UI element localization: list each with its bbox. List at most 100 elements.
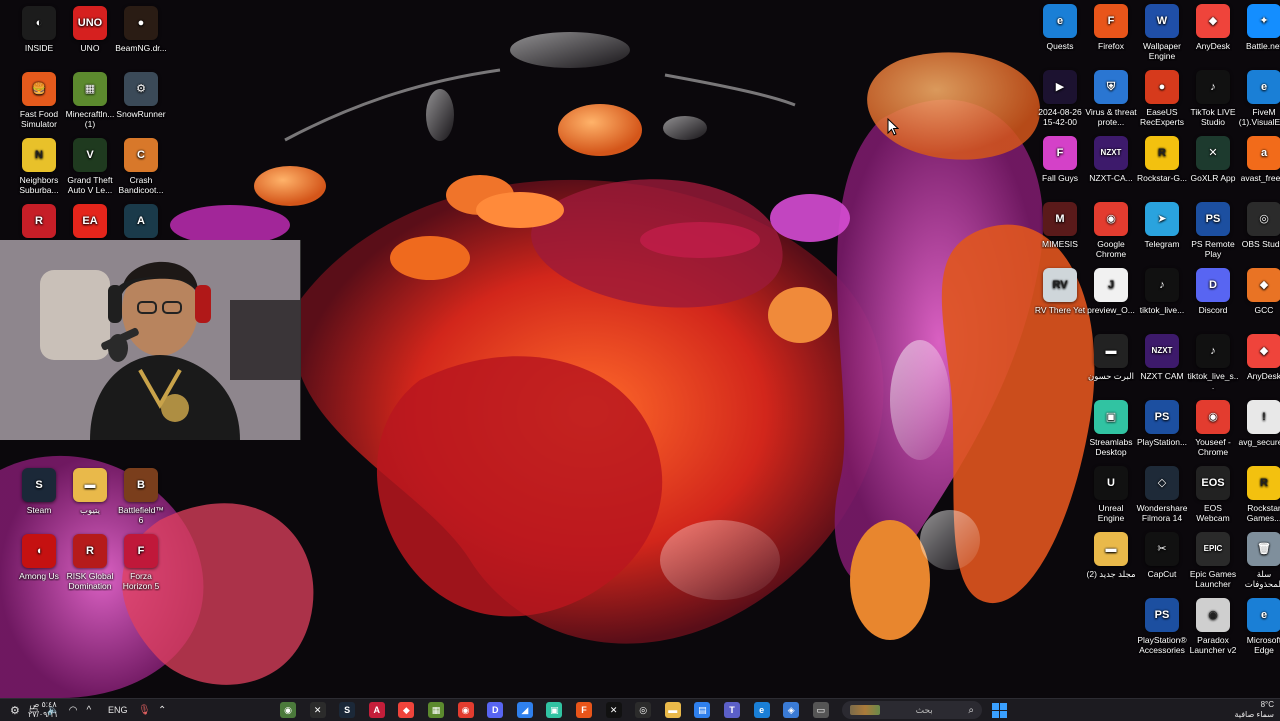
desktop-icon-google-chrome[interactable]: ◉ Google Chrome — [1085, 202, 1137, 259]
desktop-icon-epic-games-launcher[interactable]: EPIC Epic Games Launcher — [1187, 532, 1239, 589]
virus-threat-prote-app-icon: ⛨ — [1094, 70, 1128, 104]
desktop-icon-beamng-dr[interactable]: ● BeamNG.dr... — [115, 6, 167, 53]
desktop-icon-inside[interactable]: ◐ INSIDE — [13, 6, 65, 53]
desktop-icon-ps-remote-play[interactable]: PS PS Remote Play — [1187, 202, 1239, 259]
chevron-up-icon[interactable]: ^ — [87, 705, 92, 716]
desktop-icon-anydesk[interactable]: ◆ AnyDesk — [1187, 4, 1239, 51]
desktop-icon-avast-free[interactable]: a avast_free... — [1238, 136, 1280, 183]
anydesk-app-icon: ◆ — [1196, 4, 1230, 38]
anydesk-app-icon[interactable]: ◆ — [398, 702, 415, 718]
desktop-icon-virus-threat-prote[interactable]: ⛨ Virus & threat prote... — [1085, 70, 1137, 127]
desktop-icon-avg-secure[interactable]: ! avg_secure... — [1238, 400, 1280, 447]
quests-app-icon: e — [1043, 4, 1077, 38]
desktop-icon-eos-webcam-utility-pro[interactable]: EOS EOS Webcam Utility Pro — [1187, 466, 1239, 523]
desktop-icon-tiktok-live-s[interactable]: ♪ tiktok_live_s... — [1187, 334, 1239, 391]
microsoft-edge-app-icon: e — [1247, 598, 1280, 632]
discord-app-icon[interactable]: D — [487, 702, 504, 718]
desktop-icon-among-us[interactable]: ◖ Among Us — [13, 534, 65, 581]
desktop-icon-obs-studio[interactable]: ◎ OBS Studio — [1238, 202, 1280, 249]
window-app-icon[interactable]: ▭ — [812, 702, 829, 718]
desktop-icon-steam[interactable]: S Steam — [13, 468, 65, 515]
desktop-icon-unreal-engine[interactable]: U Unreal Engine — [1085, 466, 1137, 523]
desktop-icon-minecraftln-1[interactable]: ▦ Minecraftln... (1) — [64, 72, 116, 129]
desktop-icon-nzxt-cam[interactable]: NZXT NZXT CAM — [1136, 334, 1188, 381]
vscode-app-icon[interactable]: ◢ — [516, 702, 533, 718]
capcut-app-icon[interactable]: ✕ — [605, 702, 622, 718]
desktop-icon-neighbors-suburba[interactable]: N Neighbors Suburba... — [13, 138, 65, 195]
desktop-icon-fall-guys[interactable]: F Fall Guys — [1034, 136, 1086, 183]
desktop-icon-crash-bandicoot[interactable]: C Crash Bandicoot... — [115, 138, 167, 195]
desktop-icon-preview-o[interactable]: Jpreview_O... — [1085, 268, 1137, 315]
desktop-icon-playstation[interactable]: PS PlayStation... — [1136, 400, 1188, 447]
explorer-app-icon[interactable]: ◉ — [280, 702, 296, 718]
desktop-icon-rockstar-g[interactable]: R Rockstar-G... — [1136, 136, 1188, 183]
desktop-icon-quests[interactable]: e Quests — [1034, 4, 1086, 51]
desktop-icon-unnamed[interactable]: ▬ البرت حسون — [1085, 334, 1137, 381]
desktop-icon-rv-there-yet[interactable]: RV RV There Yet — [1034, 268, 1086, 315]
desktop-icon-fivem-1-visualel[interactable]: e FiveM (1).VisualEl... — [1238, 70, 1280, 127]
desktop-icon-label: preview_O... — [1087, 305, 1135, 315]
teams-app-icon[interactable]: T — [724, 702, 740, 718]
weather-widget[interactable]: 8°C سماء صافية — [1210, 699, 1274, 721]
desktop-icon-unnamed[interactable]: 🗑 سلة المحذوفات — [1238, 532, 1280, 589]
wifi-icon[interactable]: ◠ — [69, 705, 78, 716]
desktop-icon-forza-horizon-5[interactable]: F Forza Horizon 5 — [115, 534, 167, 591]
settings-icon[interactable]: ⚙ — [10, 704, 20, 717]
desktop-icon-battle-net[interactable]: ✦ Battle.net — [1238, 4, 1280, 51]
desktop-icon-2024-08-26-15-42-00[interactable]: ▶ 2024-08-26 15-42-00 — [1034, 70, 1086, 127]
desktop-icon-unnamed[interactable]: ▬ يتيوب — [64, 468, 116, 515]
tailscale-app-icon[interactable]: ◈ — [783, 702, 800, 718]
desktop-icon-youseef-chrome[interactable]: ◉ Youseef - Chrome — [1187, 400, 1239, 457]
folder-app-icon[interactable]: ▬ — [664, 702, 681, 718]
desktop-icon-tiktok-live[interactable]: ♪ tiktok_live... — [1136, 268, 1188, 315]
desktop-icon-grand-theft-auto-v-le[interactable]: V Grand Theft Auto V Le... — [64, 138, 116, 195]
desktop-icon-2[interactable]: ▬ مجلد جديد (2) — [1085, 532, 1137, 579]
desktop-icon-unnamed[interactable]: A — [115, 204, 167, 241]
clock[interactable]: ٥:٤٨ ص ٢٧/٠٩/١١ — [28, 699, 58, 721]
desktop-icon-discord[interactable]: D Discord — [1187, 268, 1239, 315]
desktop-icon-mimesis[interactable]: M MIMESIS — [1034, 202, 1086, 249]
desktop-icon-nzxt-ca[interactable]: NZXT NZXT-CA... — [1085, 136, 1137, 183]
desktop-icon-snowrunner[interactable]: ⚙ SnowRunner — [115, 72, 167, 119]
desktop-icon-label: FiveM (1).VisualEl... — [1238, 107, 1280, 127]
desktop-icon-battlefield-6[interactable]: B Battlefield™ 6 — [115, 468, 167, 525]
streamlabs-app-icon[interactable]: ▣ — [546, 702, 563, 718]
taskbar-search[interactable]: بحث ⌕ — [842, 701, 982, 719]
desktop-icon-unnamed[interactable]: R — [13, 204, 65, 241]
desktop-icon-risk-global-domination[interactable]: R RISK Global Domination — [64, 534, 116, 591]
store-app-icon[interactable]: ▤ — [694, 702, 711, 718]
desktop-icon-streamlabs-desktop[interactable]: ▣ Streamlabs Desktop — [1085, 400, 1137, 457]
desktop-icon-wallpaper-engine[interactable]: W Wallpaper Engine — [1136, 4, 1188, 61]
desktop-icon-rockstar-games[interactable]: R Rockstar Games... — [1238, 466, 1280, 523]
desktop-icon-label: Grand Theft Auto V Le... — [67, 175, 113, 195]
language-indicator[interactable]: ENG — [108, 699, 128, 721]
desktop-icon-tiktok-live-studio[interactable]: ♪ TikTok LIVE Studio — [1187, 70, 1239, 127]
desktop-icon-paradox-launcher-v2[interactable]: ◉ Paradox Launcher v2 — [1187, 598, 1239, 655]
desktop-icon-gcc[interactable]: ◆ GCC — [1238, 268, 1280, 315]
desktop-icon-firefox[interactable]: F Firefox — [1085, 4, 1137, 51]
show-hidden-icons[interactable]: ⌃ — [158, 699, 166, 721]
desktop-icon-wondershare-filmora-14[interactable]: ◇ Wondershare Filmora 14 — [1136, 466, 1188, 523]
start-button[interactable] — [992, 699, 1007, 721]
edge-app-icon[interactable]: e — [753, 702, 770, 718]
desktop-icon-goxlr-app[interactable]: ✕ GoXLR App — [1187, 136, 1239, 183]
desktop-icon-anydesk[interactable]: ◆ AnyDesk — [1238, 334, 1280, 381]
affinity-app-icon[interactable]: A — [368, 702, 385, 718]
desktop-icon-microsoft-edge[interactable]: e Microsoft Edge — [1238, 598, 1280, 655]
firefox-app-icon[interactable]: F — [576, 702, 592, 718]
desktop-icon-unnamed[interactable]: EA — [64, 204, 116, 241]
xbox-app-icon[interactable]: ✕ — [309, 702, 326, 718]
steam-app-icon[interactable]: S — [339, 702, 356, 718]
desktop-icon-playstation-accessories[interactable]: PS PlayStation® Accessories — [1136, 598, 1188, 655]
desktop-icon-fast-food-simulator[interactable]: 🍔 Fast Food Simulator — [13, 72, 65, 129]
chrome-app-icon[interactable]: ◉ — [457, 702, 474, 718]
desktop-icon-uno[interactable]: UNO UNO — [64, 6, 116, 53]
minecraft-app-icon[interactable]: ▦ — [428, 702, 444, 718]
desktop-icon-telegram[interactable]: ➤ Telegram — [1136, 202, 1188, 249]
desktop-icon-easeus-recexperts[interactable]: ● EaseUS RecExperts — [1136, 70, 1188, 127]
obs-app-icon[interactable]: ◎ — [635, 702, 652, 718]
desktop-icon-label: Among Us — [19, 571, 59, 581]
desktop-icon-capcut[interactable]: ✂ CapCut — [1136, 532, 1188, 579]
desktop-icon-label: tiktok_live... — [1139, 305, 1185, 315]
mic-icon[interactable]: 🎙 — [138, 699, 151, 721]
